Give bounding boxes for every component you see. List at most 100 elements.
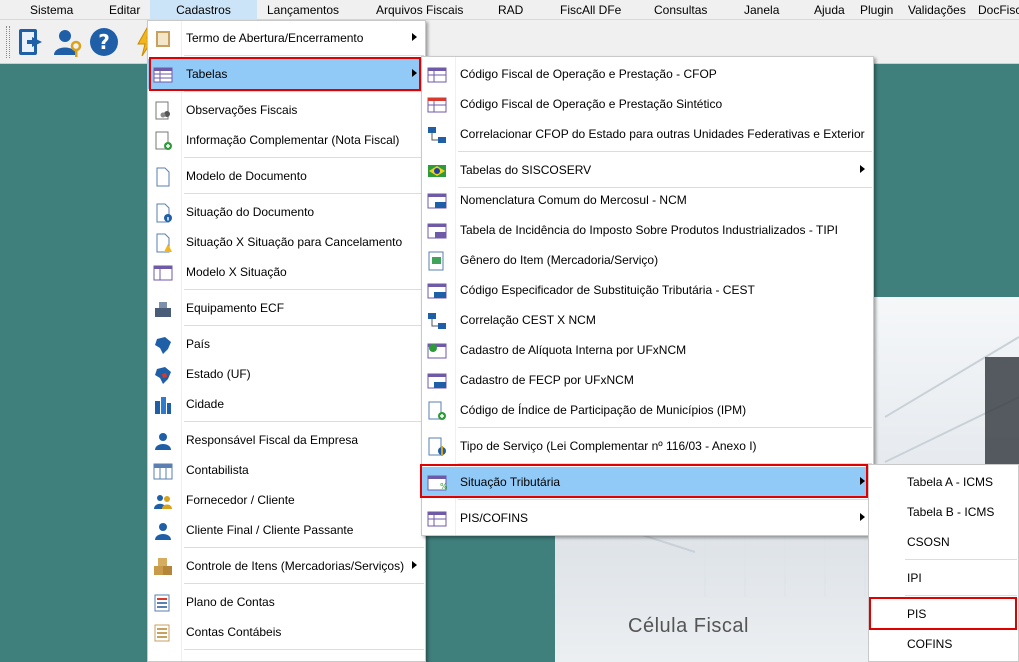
people-icon xyxy=(154,495,172,509)
menu-item-label: Tabela A - ICMS xyxy=(907,475,994,489)
menu-item-label: PIS xyxy=(907,607,927,621)
menu-item-fecp[interactable]: Cadastro de FECP por UFxNCM xyxy=(422,365,873,395)
menu-item-ipi[interactable]: IPI xyxy=(869,563,1018,593)
menu-consultas[interactable]: Consultas xyxy=(654,3,707,17)
menu-item-observacoes-fiscais[interactable]: Observações Fiscais xyxy=(148,95,425,125)
menu-item-label: Equipamento ECF xyxy=(186,301,285,315)
menu-ajuda[interactable]: Ajuda xyxy=(814,3,845,17)
menu-item-pis-cofins[interactable]: PIS/COFINS xyxy=(422,503,873,533)
menu-item-tabela-b-icms[interactable]: Tabela B - ICMS xyxy=(869,497,1018,527)
menu-separator xyxy=(184,547,424,548)
menu-item-tipo-servico[interactable]: Tipo de Serviço (Lei Complementar nº 116… xyxy=(422,431,873,461)
cfop-synthetic-icon xyxy=(427,97,447,113)
menu-item-genero-item[interactable]: Gênero do Item (Mercadoria/Serviço) xyxy=(422,245,873,275)
menu-item-correlacionar-cfop[interactable]: Correlacionar CFOP do Estado para outras… xyxy=(422,119,873,149)
document-info-icon xyxy=(156,203,172,223)
menu-item-label: Controle de Itens (Mercadorias/Serviços) xyxy=(186,559,405,573)
menu-fiscall-dfe[interactable]: FiscAll DFe xyxy=(560,3,621,17)
menu-item-plano-contas[interactable]: Plano de Contas xyxy=(148,587,425,617)
menu-lancamentos[interactable]: Lançamentos xyxy=(267,3,339,17)
menu-item-controle-itens[interactable]: Controle de Itens (Mercadorias/Serviços) xyxy=(148,551,425,581)
splash-title: Célula Fiscal xyxy=(628,615,749,637)
menu-item-pais[interactable]: País xyxy=(148,329,425,359)
menu-item-ncm[interactable]: Nomenclatura Comum do Mercosul - NCM xyxy=(422,185,873,215)
menu-item-equipamento-ecf[interactable]: Equipamento ECF xyxy=(148,293,425,323)
submenu-arrow-icon xyxy=(412,33,417,41)
menu-item-label: Termo de Abertura/Encerramento xyxy=(186,31,364,45)
menu-item-label: Correlacionar CFOP do Estado para outras… xyxy=(460,127,865,141)
menu-sistema[interactable]: Sistema xyxy=(30,3,73,17)
fecp-table-icon xyxy=(427,373,447,389)
menu-item-cofins[interactable]: COFINS xyxy=(869,629,1018,659)
menu-item-modelo-documento[interactable]: Modelo de Documento xyxy=(148,161,425,191)
brazil-flag-icon xyxy=(428,165,446,177)
menu-item-label: Tabela B - ICMS xyxy=(907,505,995,519)
menu-item-label: Tabelas xyxy=(186,67,228,81)
menu-cadastros[interactable]: Cadastros xyxy=(150,0,257,20)
help-icon[interactable]: ? xyxy=(88,26,120,58)
menu-item-informacao-complementar[interactable]: Informação Complementar (Nota Fiscal) xyxy=(148,125,425,155)
menu-item-label: PIS/COFINS xyxy=(460,511,529,525)
menu-item-situacao-documento[interactable]: Situação do Documento xyxy=(148,197,425,227)
menu-item-contabilista[interactable]: Contabilista xyxy=(148,455,425,485)
menu-item-label: Código Especificador de Substituição Tri… xyxy=(460,283,755,297)
book-icon xyxy=(156,31,170,47)
menu-bar: Sistema Editar Cadastros Lançamentos Arq… xyxy=(0,0,1019,20)
menu-rad[interactable]: RAD xyxy=(498,3,523,17)
menu-item-label: Responsável Fiscal da Empresa xyxy=(186,433,359,447)
menu-item-aliquota-interna[interactable]: Cadastro de Alíquota Interna por UFxNCM xyxy=(422,335,873,365)
menu-arquivos-fiscais[interactable]: Arquivos Fiscais xyxy=(376,3,463,17)
menu-item-label: Situação Tributária xyxy=(460,475,561,489)
document-plus-icon xyxy=(155,131,172,150)
cadastros-menu: Termo de Abertura/Encerramento Tabelas O… xyxy=(147,20,426,662)
menu-janela[interactable]: Janela xyxy=(744,3,779,17)
menu-item-situacao-cancelamento[interactable]: Situação X Situação para Cancelamento xyxy=(148,227,425,257)
calendar-grid-icon xyxy=(153,463,173,480)
menu-separator xyxy=(184,649,424,650)
menu-separator xyxy=(184,157,424,158)
cash-register-icon xyxy=(155,302,171,317)
menu-item-ipm[interactable]: Código de Índice de Participação de Muni… xyxy=(422,395,873,425)
menu-item-tabela-a-icms[interactable]: Tabela A - ICMS xyxy=(869,467,1018,497)
menu-item-modelo-situacao[interactable]: Modelo X Situação xyxy=(148,257,425,287)
menu-item-label: Código de Índice de Participação de Muni… xyxy=(460,403,747,417)
state-map-icon xyxy=(155,367,171,384)
menu-item-estado[interactable]: Estado (UF) xyxy=(148,359,425,389)
menu-item-cfop-sintetico[interactable]: Código Fiscal de Operação e Prestação Si… xyxy=(422,89,873,119)
menu-docfisc[interactable]: DocFisc xyxy=(978,3,1019,17)
menu-item-pis[interactable]: PIS xyxy=(869,599,1018,629)
menu-validacoes[interactable]: Validações xyxy=(908,3,966,17)
menu-item-cidade[interactable]: Cidade xyxy=(148,389,425,419)
menu-item-correlacao-cest-ncm[interactable]: Correlação CEST X NCM xyxy=(422,305,873,335)
menu-item-cest[interactable]: Código Especificador de Substituição Tri… xyxy=(422,275,873,305)
menu-item-termo-abertura[interactable]: Termo de Abertura/Encerramento xyxy=(148,23,425,53)
document-grid-icon xyxy=(153,265,173,281)
menu-separator xyxy=(184,583,424,584)
tabelas-menu: Código Fiscal de Operação e Prestação - … xyxy=(421,56,874,536)
menu-item-cfop[interactable]: Código Fiscal de Operação e Prestação - … xyxy=(422,59,873,89)
exit-icon[interactable] xyxy=(16,26,48,58)
boxes-icon xyxy=(154,558,172,575)
menu-item-cliente-final[interactable]: Cliente Final / Cliente Passante xyxy=(148,515,425,545)
menu-item-tipi[interactable]: Tabela de Incidência do Imposto Sobre Pr… xyxy=(422,215,873,245)
menu-item-tabelas[interactable]: Tabelas xyxy=(148,59,425,89)
menu-item-label: Fornecedor / Cliente xyxy=(186,493,295,507)
menu-separator xyxy=(458,463,872,464)
menu-item-responsavel-fiscal[interactable]: Responsável Fiscal da Empresa xyxy=(148,425,425,455)
menu-editar[interactable]: Editar xyxy=(109,3,140,17)
toolbar-grip[interactable] xyxy=(6,26,10,58)
menu-separator xyxy=(184,421,424,422)
table-icon xyxy=(153,67,173,83)
menu-item-situacao-tributaria[interactable]: % Situação Tributária xyxy=(422,467,873,497)
menu-item-siscoserv[interactable]: Tabelas do SISCOSERV xyxy=(422,155,873,185)
menu-item-label: Gênero do Item (Mercadoria/Serviço) xyxy=(460,253,659,267)
menu-item-fornecedor-cliente[interactable]: Fornecedor / Cliente xyxy=(148,485,425,515)
submenu-arrow-icon xyxy=(860,477,865,485)
menu-item-contas-contabeis[interactable]: Contas Contábeis xyxy=(148,617,425,647)
menu-separator xyxy=(184,325,424,326)
user-key-icon[interactable] xyxy=(52,26,84,58)
menu-plugin[interactable]: Plugin xyxy=(860,3,893,17)
menu-item-label: Observações Fiscais xyxy=(186,103,298,117)
menu-item-csosn[interactable]: CSOSN xyxy=(869,527,1018,557)
menu-item-label: Cliente Final / Cliente Passante xyxy=(186,523,354,537)
